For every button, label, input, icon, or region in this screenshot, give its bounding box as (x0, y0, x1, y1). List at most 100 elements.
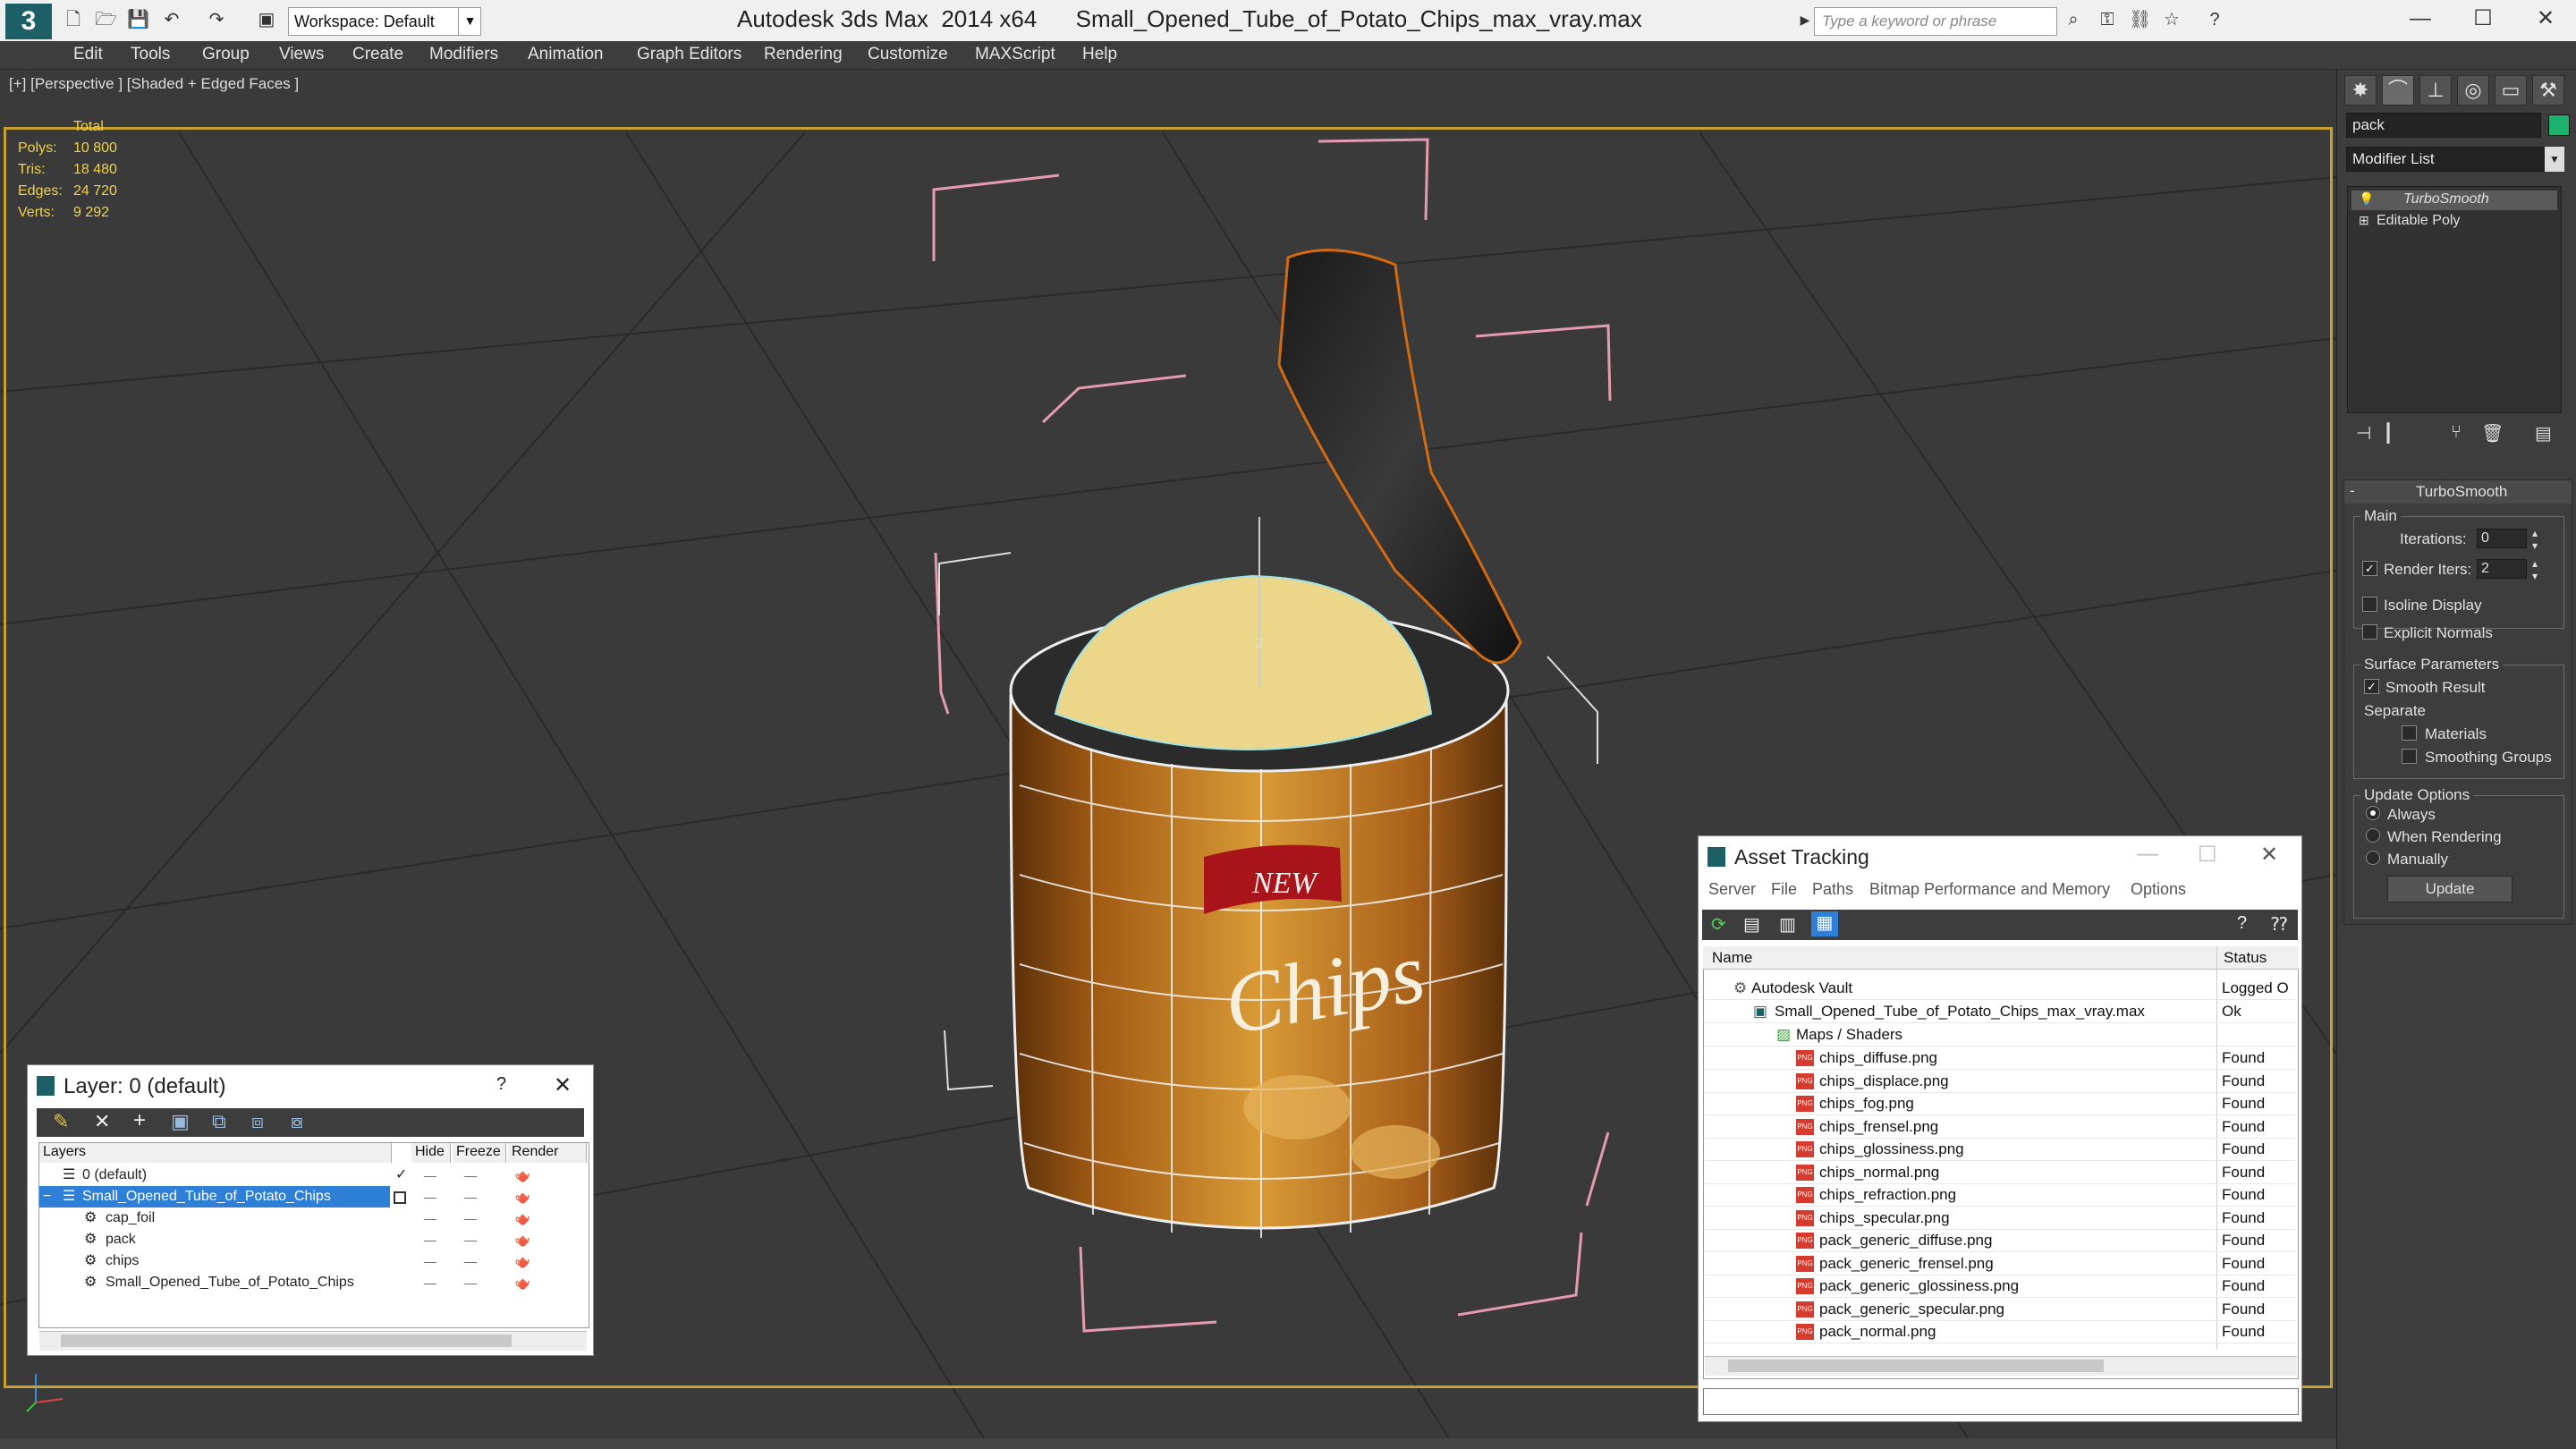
rollout-title[interactable]: TurboSmooth (2416, 483, 2507, 501)
asset-row-map[interactable]: PNG chips_frensel.png Found (1705, 1115, 2295, 1139)
active-layer-check-icon[interactable]: ✓ (395, 1165, 407, 1186)
smoothing-groups-checkbox[interactable] (2402, 749, 2417, 764)
modify-tab-icon[interactable]: ⌒ (2382, 75, 2414, 106)
explicit-normals-checkbox[interactable] (2362, 624, 2377, 640)
project-folder-icon[interactable]: ▣ (256, 9, 277, 30)
new-file-icon[interactable]: 🗋 (63, 9, 84, 30)
star-icon[interactable]: ☆ (2161, 9, 2182, 30)
column-header-status[interactable]: Status (2224, 949, 2267, 967)
pin-stack-icon[interactable]: ⊣ (2356, 422, 2371, 445)
asset-row-file[interactable]: ▣ Small_Opened_Tube_of_Potato_Chips_max_… (1705, 1000, 2295, 1023)
menu-tools[interactable]: Tools (131, 45, 170, 64)
menu-edit[interactable]: Edit (73, 45, 103, 64)
asset-row-map[interactable]: PNG chips_refraction.png Found (1705, 1183, 2295, 1207)
show-end-result-icon[interactable]: ┃ (2383, 422, 2394, 445)
help-icon[interactable]: ? (2237, 913, 2247, 934)
stack-item-editable-poly[interactable]: Editable Poly (2377, 213, 2460, 229)
render-iters-spinner[interactable]: 2 (2477, 559, 2527, 579)
detail-view-icon[interactable]: ▥ (1779, 913, 1796, 936)
object-color-swatch[interactable] (2548, 114, 2570, 136)
highlight-layer-icon[interactable]: ⧉ (212, 1110, 226, 1133)
column-divider[interactable] (2216, 946, 2217, 970)
render-iters-checkbox[interactable]: ✓ (2362, 561, 2377, 576)
asset-row-map[interactable]: PNG chips_displace.png Found (1705, 1070, 2295, 1093)
menu-modifiers[interactable]: Modifiers (429, 45, 498, 64)
scrollbar-thumb[interactable] (61, 1335, 512, 1347)
expand-icon[interactable]: ⊞ (2359, 213, 2369, 228)
help-icon[interactable]: ? (2204, 9, 2225, 30)
motion-tab-icon[interactable]: ◎ (2457, 75, 2489, 106)
link-icon[interactable]: ⛓ (2129, 9, 2151, 30)
asset-row-map[interactable]: PNG pack_generic_diffuse.png Found (1705, 1229, 2295, 1252)
chevron-down-icon[interactable]: ▼ (458, 7, 481, 36)
when-rendering-radio[interactable] (2366, 828, 2380, 843)
make-unique-icon[interactable]: ⑂ (2451, 422, 2462, 443)
add-to-layer-icon[interactable]: + (133, 1108, 146, 1133)
asset-row-map[interactable]: PNG pack_normal.png Found (1705, 1320, 2295, 1343)
menu-animation[interactable]: Animation (528, 45, 604, 64)
current-layer-checkbox[interactable] (394, 1191, 406, 1204)
manually-radio[interactable] (2366, 851, 2380, 865)
menu-maxscript[interactable]: MAXScript (975, 45, 1055, 64)
column-header-freeze[interactable]: Freeze (453, 1143, 506, 1163)
object-name-field[interactable]: pack (2346, 113, 2541, 138)
workspace-select[interactable]: Workspace: Default (288, 7, 481, 36)
menu-customize[interactable]: Customize (868, 45, 948, 64)
chevron-down-icon[interactable]: ▼ (2545, 147, 2564, 172)
display-tab-icon[interactable]: ▭ (2495, 75, 2527, 106)
chevron-right-icon[interactable]: ▶ (1794, 9, 1816, 30)
menu-paths[interactable]: Paths (1812, 880, 1853, 899)
column-header-layers[interactable]: Layers (39, 1143, 392, 1163)
close-button[interactable]: ✕ (2260, 842, 2278, 868)
menu-views[interactable]: Views (279, 45, 324, 64)
select-objects-icon[interactable]: ▣ (171, 1110, 190, 1133)
asset-row-map[interactable]: PNG chips_specular.png Found (1705, 1207, 2295, 1230)
update-button[interactable]: Update (2387, 876, 2512, 902)
freeze-all-icon[interactable]: ⧇ (291, 1110, 303, 1133)
asset-row-map[interactable]: PNG chips_normal.png Found (1705, 1161, 2295, 1184)
lightbulb-icon[interactable]: 💡 (2359, 191, 2374, 207)
viewport-label[interactable]: [+] [Perspective ] [Shaded + Edged Faces… (9, 75, 299, 93)
scrollbar-thumb[interactable] (1728, 1360, 2104, 1372)
menu-help[interactable]: Help (1082, 45, 1117, 64)
utilities-tab-icon[interactable]: ⚒ (2532, 75, 2564, 106)
maximize-button[interactable]: ☐ (2198, 842, 2217, 868)
iterations-spinner[interactable]: 0 (2477, 529, 2527, 548)
menu-create[interactable]: Create (352, 45, 403, 64)
redo-icon[interactable]: ↷ (206, 9, 227, 30)
asset-row-map[interactable]: PNG pack_generic_frensel.png Found (1705, 1252, 2295, 1275)
close-icon[interactable]: ✕ (554, 1072, 572, 1098)
asset-path-field[interactable] (1703, 1388, 2299, 1415)
spinner-arrows-icon[interactable]: ▴ ▾ (2532, 557, 2538, 582)
hide-all-icon[interactable]: ⧈ (251, 1110, 264, 1133)
remove-modifier-icon[interactable]: 🗑 (2481, 422, 2504, 445)
asset-row-map[interactable]: PNG chips_fog.png Found (1705, 1092, 2295, 1115)
always-radio[interactable] (2366, 806, 2380, 820)
layer-horizontal-scrollbar[interactable] (39, 1331, 587, 1351)
asset-row-map[interactable]: PNG chips_glossiness.png Found (1705, 1138, 2295, 1161)
table-view-icon[interactable]: ▦ (1811, 911, 1838, 936)
open-file-icon[interactable]: 🗁 (95, 9, 117, 30)
layer-row[interactable]: − ☰ Small_Opened_Tube_of_Potato_Chips (39, 1186, 390, 1208)
menu-rendering[interactable]: Rendering (764, 45, 843, 64)
rollout-collapse-icon[interactable]: - (2350, 482, 2355, 500)
list-view-icon[interactable]: ▤ (1743, 913, 1760, 936)
isoline-display-checkbox[interactable] (2362, 597, 2377, 612)
menu-group[interactable]: Group (202, 45, 250, 64)
menu-file[interactable]: File (1771, 880, 1797, 899)
create-layer-icon[interactable]: ✎ (53, 1110, 69, 1133)
asset-row-map[interactable]: PNG pack_generic_specular.png Found (1705, 1298, 2295, 1321)
delete-layer-icon[interactable]: ✕ (94, 1110, 110, 1133)
column-header-hide[interactable]: Hide (411, 1143, 451, 1163)
column-header-render[interactable]: Render (508, 1143, 587, 1163)
spinner-arrows-icon[interactable]: ▴ ▾ (2532, 527, 2538, 552)
key-icon[interactable]: ⚿ (2097, 9, 2118, 30)
asset-row-maps-folder[interactable]: ▨ Maps / Shaders (1705, 1023, 2295, 1046)
smooth-result-checkbox[interactable]: ✓ (2364, 679, 2379, 694)
modifier-stack[interactable]: 💡 TurboSmooth ⊞ Editable Poly (2347, 186, 2562, 413)
configure-sets-icon[interactable]: ▤ (2535, 422, 2552, 445)
app-logo-icon[interactable]: 3 (5, 4, 52, 39)
binoculars-icon[interactable]: ⌕ (2063, 9, 2084, 30)
asset-row-vault[interactable]: ⚙ Autodesk Vault Logged O (1705, 977, 2295, 1000)
minimize-button[interactable]: — (2402, 5, 2438, 32)
